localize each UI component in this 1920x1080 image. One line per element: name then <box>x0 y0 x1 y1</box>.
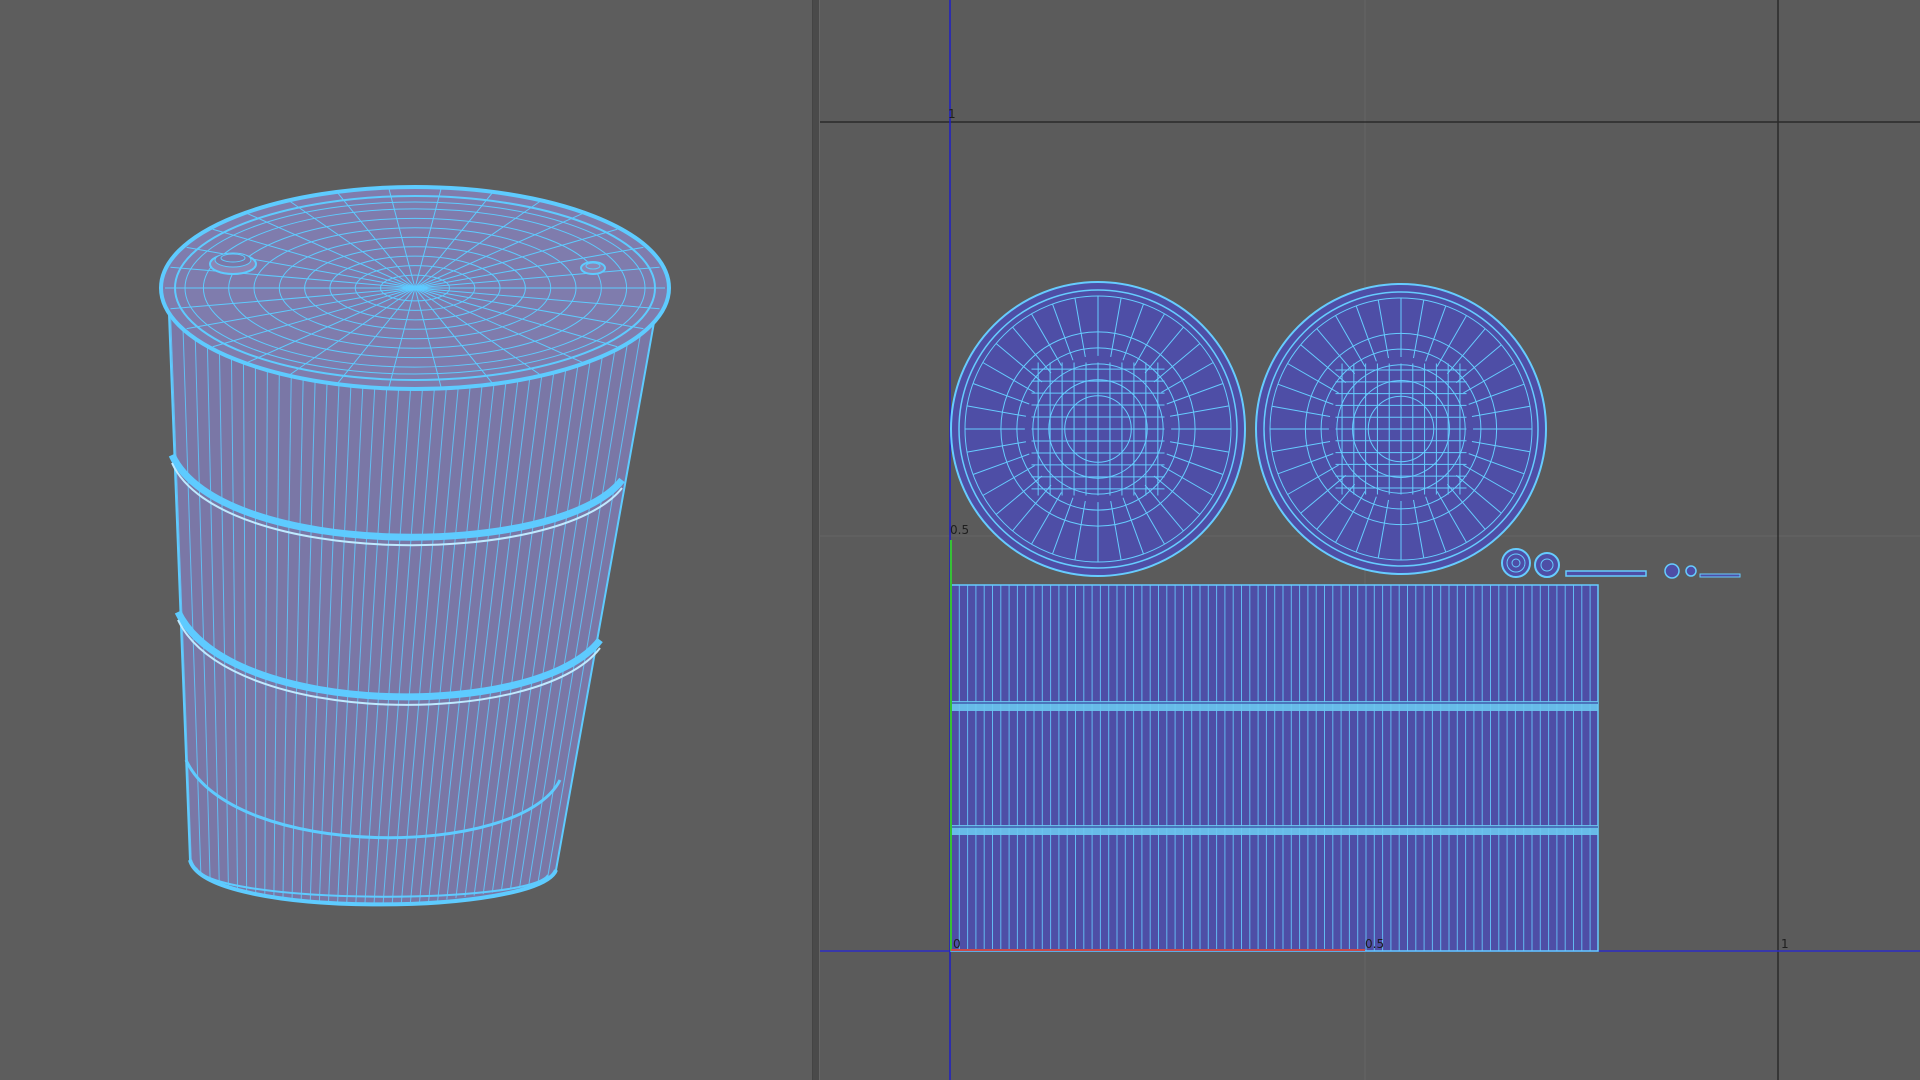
uv-shell-lid-bottom <box>1255 283 1547 575</box>
uv-label-origin: 0 <box>953 937 961 951</box>
bung-small <box>580 261 606 275</box>
uv-shell-side <box>950 584 1599 952</box>
uv-label-v-mid: 0.5 <box>950 523 969 537</box>
uv-label-u-right: 1 <box>1781 937 1789 951</box>
barrel-mesh-render[interactable] <box>0 0 812 1080</box>
bung-large <box>209 252 257 275</box>
perspective-viewport[interactable] <box>0 0 812 1080</box>
uv-label-v-top: 1 <box>948 107 956 121</box>
uv-editor-viewport[interactable]: 1 0.5 0 0.5 1 <box>820 0 1920 1080</box>
uv-shell-lid-top <box>950 281 1246 577</box>
uv-shell-bungs <box>1501 548 1741 579</box>
uv-label-u-mid: 0.5 <box>1365 937 1384 951</box>
viewport-splitter[interactable] <box>812 0 820 1080</box>
